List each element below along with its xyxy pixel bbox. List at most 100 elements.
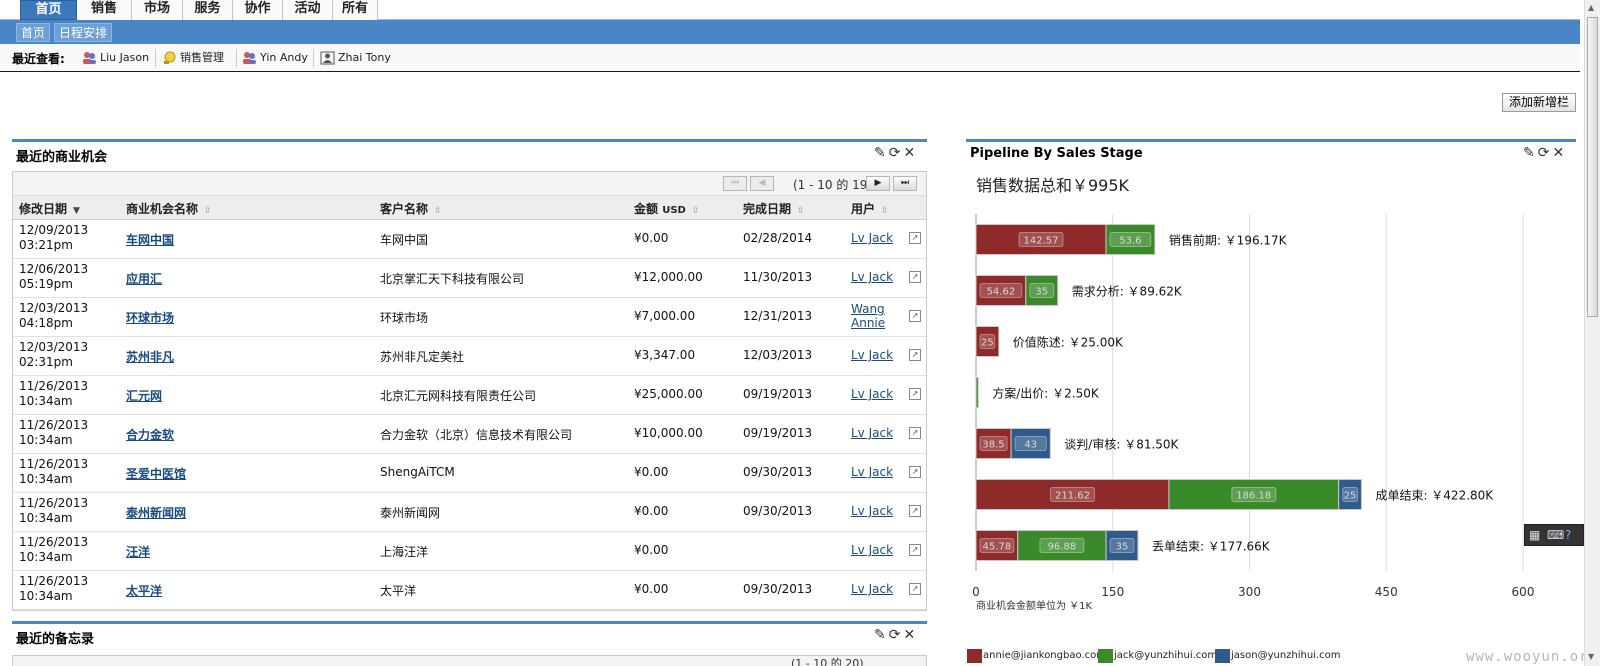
opportunity-link[interactable]: 应用汇 xyxy=(126,270,162,287)
user-link[interactable]: Lv Jack xyxy=(851,426,893,440)
stage-total-label: 需求分析: ￥89.62K xyxy=(1072,285,1183,299)
user-link[interactable]: Lv Jack xyxy=(851,387,893,401)
modified-date: 11/26/2013 10:34am xyxy=(19,496,89,525)
scroll-down-icon[interactable]: ▼ xyxy=(1588,652,1594,661)
customer-name: 上海汪洋 xyxy=(380,545,429,559)
col-user[interactable]: 用户 ⇳ xyxy=(851,200,889,217)
user-link[interactable]: Lv Jack xyxy=(851,465,893,479)
opportunity-link[interactable]: 车网中国 xyxy=(126,231,174,248)
recent-item-liu-jason[interactable]: Liu Jason xyxy=(82,50,149,66)
user-link[interactable]: Lv Jack xyxy=(851,348,893,362)
close-icon[interactable]: ✕ xyxy=(903,145,918,161)
keyboard-icon[interactable]: ⌨ xyxy=(1547,528,1564,542)
scroll-up-icon[interactable]: ▲ xyxy=(1588,3,1594,12)
prev-page-button[interactable]: ◀ xyxy=(750,176,774,191)
customer-name: 苏州非凡定美社 xyxy=(380,350,465,364)
opportunity-link[interactable]: 环球市场 xyxy=(126,309,174,326)
user-link[interactable]: Lv Jack xyxy=(851,543,893,557)
edit-icon[interactable]: ✎ xyxy=(874,627,889,643)
x-axis-label: 商业机会金额单位为 ￥1K xyxy=(976,599,1093,612)
col-opportunity-name[interactable]: 商业机会名称 ⇳ xyxy=(126,200,212,217)
edit-record-icon[interactable]: ↗ xyxy=(909,583,921,595)
opportunity-link[interactable]: 苏州非凡 xyxy=(126,348,174,365)
scroll-thumb[interactable] xyxy=(1587,17,1598,317)
opportunity-link[interactable]: 汪洋 xyxy=(126,543,150,560)
opportunity-link[interactable]: 合力金软 xyxy=(126,426,174,443)
tab-collaboration[interactable]: 协作 xyxy=(233,0,283,20)
user-link[interactable]: Wang Annie xyxy=(851,302,885,330)
edit-record-icon[interactable]: ↗ xyxy=(909,388,921,400)
edit-icon[interactable]: ✎ xyxy=(1523,145,1538,161)
legend-label: jason@yunzhihui.com xyxy=(1231,650,1341,661)
edit-record-icon[interactable]: ↗ xyxy=(909,505,921,517)
last-page-button[interactable]: ⏭ xyxy=(893,176,917,191)
table-row: 12/03/2013 04:18pm 环球市场 环球市场 ¥7,000.00 12/31/… xyxy=(13,298,926,337)
opportunity-link[interactable]: 太平洋 xyxy=(126,582,162,599)
data-label: 45.78 xyxy=(983,542,1012,553)
tab-home[interactable]: 首页 xyxy=(20,0,77,20)
user-link[interactable]: Lv Jack xyxy=(851,270,893,284)
col-close-date[interactable]: 完成日期 ⇳ xyxy=(743,200,805,217)
pipeline-title: Pipeline By Sales Stage xyxy=(970,146,1143,161)
edit-icon[interactable]: ✎ xyxy=(874,145,889,161)
opportunity-link[interactable]: 泰州新闻网 xyxy=(126,504,186,521)
edit-record-icon[interactable]: ↗ xyxy=(909,271,921,283)
refresh-icon[interactable]: ⟳ xyxy=(889,145,904,161)
customer-name: 环球市场 xyxy=(380,311,429,325)
notes-title: 最近的备忘录 xyxy=(16,632,95,647)
edit-record-icon[interactable]: ↗ xyxy=(909,544,921,556)
modified-date: 11/26/2013 10:34am xyxy=(19,379,89,408)
tab-all[interactable]: 所有 xyxy=(333,0,378,20)
refresh-icon[interactable]: ⟳ xyxy=(889,627,904,643)
amount: ¥0.00 xyxy=(634,231,669,245)
grid-icon[interactable]: ▦ xyxy=(1529,528,1540,542)
recent-item-zhai-tony[interactable]: Zhai Tony xyxy=(320,50,391,66)
tab-service[interactable]: 服务 xyxy=(183,0,233,20)
pager: ⏮ ◀ (1 - 10 的 190) ▶ ⏭ xyxy=(13,172,926,196)
col-modified-date[interactable]: 修改日期 ▼ xyxy=(19,200,80,217)
opportunity-link[interactable]: 圣爱中医馆 xyxy=(126,465,186,482)
tab-activities[interactable]: 活动 xyxy=(283,0,333,20)
edit-record-icon[interactable]: ↗ xyxy=(909,232,921,244)
opportunities-title: 最近的商业机会 xyxy=(16,150,108,165)
close-date: 09/30/2013 xyxy=(743,582,813,596)
edit-record-icon[interactable]: ↗ xyxy=(909,349,921,361)
user-link[interactable]: Lv Jack xyxy=(851,582,893,596)
recent-item-label: Liu Jason xyxy=(100,51,150,64)
vertical-scrollbar[interactable]: ▲ ▼ xyxy=(1584,0,1600,666)
tab-sales[interactable]: 销售 xyxy=(77,0,132,20)
customer-name: 泰州新闻网 xyxy=(380,506,441,520)
help-icon[interactable]: ? xyxy=(1565,528,1571,542)
user-link[interactable]: Lv Jack xyxy=(851,504,893,518)
tab-marketing[interactable]: 市场 xyxy=(132,0,183,20)
col-customer-name[interactable]: 客户名称 ⇳ xyxy=(380,200,442,217)
legend-swatch xyxy=(1098,649,1113,663)
edit-record-icon[interactable]: ↗ xyxy=(909,466,921,478)
user-link[interactable]: Lv Jack xyxy=(851,231,893,245)
stage-total-label: 成单结束: ￥422.80K xyxy=(1375,489,1494,503)
legend-swatch xyxy=(1215,649,1230,663)
close-date: 11/30/2013 xyxy=(743,270,813,284)
data-label: 53.6 xyxy=(1119,236,1141,247)
first-page-button[interactable]: ⏮ xyxy=(723,176,747,191)
customer-name: 北京掌汇天下科技有限公司 xyxy=(380,272,525,286)
opportunity-link[interactable]: 汇元网 xyxy=(126,387,162,404)
next-page-button[interactable]: ▶ xyxy=(866,176,890,191)
close-icon[interactable]: ✕ xyxy=(1552,145,1567,161)
recent-item-yin-andy[interactable]: Yin Andy xyxy=(242,50,308,66)
subnav-home[interactable]: 首页 xyxy=(16,23,51,42)
notes-controls: ✎⟳✕ xyxy=(874,627,918,643)
recent-item-label: Yin Andy xyxy=(260,51,308,64)
subnav-calendar[interactable]: 日程安排 xyxy=(54,23,113,42)
sub-nav: 首页 日程安排 xyxy=(0,20,1580,44)
edit-record-icon[interactable]: ↗ xyxy=(909,310,921,322)
edit-record-icon[interactable]: ↗ xyxy=(909,427,921,439)
refresh-icon[interactable]: ⟳ xyxy=(1538,145,1553,161)
x-tick-label: 300 xyxy=(1238,585,1261,599)
chart-title: 销售数据总和￥995K xyxy=(976,176,1130,195)
recent-item-sales-mgmt[interactable]: 销售管理 xyxy=(162,50,224,66)
legend-label: annie@jiankongbao.com xyxy=(983,650,1106,661)
close-icon[interactable]: ✕ xyxy=(903,627,918,643)
add-dashlet-button[interactable]: 添加新增栏 xyxy=(1502,93,1576,112)
col-amount[interactable]: 金额 USD ⇳ xyxy=(634,200,699,217)
